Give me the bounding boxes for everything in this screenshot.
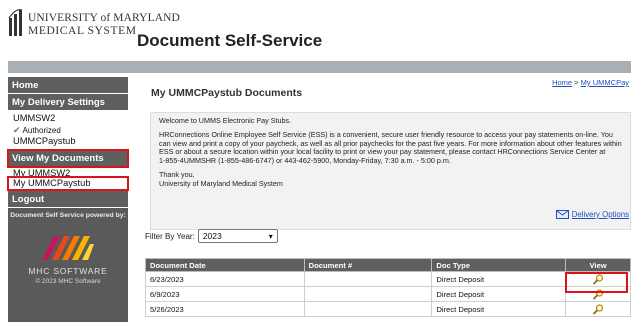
- doc-type-cell: Direct Deposit: [431, 301, 567, 317]
- mhc-logo-icon: [42, 236, 94, 260]
- envelope-icon: [555, 210, 569, 219]
- breadcrumb-separator: >: [572, 78, 581, 87]
- document-date-cell: 5/26/2023: [145, 301, 305, 317]
- highlight-my-paystub: [7, 176, 129, 191]
- sidebar-item-user[interactable]: UMMSW2: [8, 113, 128, 125]
- welcome-line: Welcome to UMMS Electronic Pay Stubs.: [159, 116, 292, 125]
- breadcrumb-current-link[interactable]: My UMMCPay: [581, 78, 629, 87]
- highlight-view-button: [565, 272, 628, 293]
- breadcrumb-home-link[interactable]: Home: [552, 78, 572, 87]
- delivery-options-link[interactable]: Delivery Options: [555, 210, 629, 219]
- info-paragraph: HRConnections Online Employee Self Servi…: [159, 129, 622, 157]
- table-row: 6/9/2023 Direct Deposit: [145, 286, 631, 302]
- table-header-row: Document Date Document # Doc Type View: [145, 258, 631, 272]
- year-filter: Filter By Year: 2023 ▾: [145, 229, 278, 243]
- sidebar-item-logout[interactable]: Logout: [8, 191, 128, 207]
- document-number-cell: [303, 301, 433, 317]
- signature-line: University of Maryland Medical System: [159, 178, 283, 188]
- authorized-label: Authorized: [22, 126, 61, 135]
- view-cell: [565, 301, 631, 317]
- doc-type-cell: Direct Deposit: [431, 271, 567, 287]
- year-select[interactable]: 2023 ▾: [197, 229, 278, 243]
- header-bar: [8, 61, 631, 73]
- delivery-settings-header: My Delivery Settings: [8, 94, 128, 110]
- powered-by-label: Document Self Service powered by:: [10, 212, 126, 219]
- filter-label: Filter By Year:: [145, 231, 195, 241]
- chevron-down-icon: ▾: [268, 231, 273, 241]
- sidebar: Home My Delivery Settings UMMSW2 ✔ Author…: [7, 77, 129, 322]
- vendor-panel: Document Self Service powered by: MHC SO…: [8, 208, 128, 322]
- table-row: 5/26/2023 Direct Deposit: [145, 301, 631, 317]
- year-select-value: 2023: [202, 231, 222, 241]
- contact-line: 1-855-4UMMSHR (1-855-486-6747) or 443-46…: [159, 156, 451, 166]
- table-row: 6/23/2023 Direct Deposit: [145, 271, 631, 287]
- column-header-document-date[interactable]: Document Date: [145, 258, 305, 272]
- org-name-line2: MEDICAL SYSTEM: [28, 25, 137, 37]
- breadcrumb: Home > My UMMCPay: [552, 78, 629, 87]
- column-header-document-number[interactable]: Document #: [303, 258, 433, 272]
- sidebar-item-home[interactable]: Home: [8, 77, 128, 93]
- column-header-doc-type[interactable]: Doc Type: [431, 258, 567, 272]
- page-title: My UMMCPaystub Documents: [151, 87, 303, 99]
- app-title: Document Self-Service: [137, 31, 323, 50]
- organization-logo: UNIVERSITY of MARYLAND MEDICAL SYSTEM: [8, 6, 180, 40]
- checkmark-icon: ✔: [13, 125, 21, 135]
- magnifier-icon[interactable]: [592, 303, 604, 315]
- document-number-cell: [303, 271, 433, 287]
- vendor-copyright: © 2023 MHC Software: [35, 278, 101, 285]
- doc-type-cell: Direct Deposit: [431, 286, 567, 302]
- sidebar-item-paystub-service[interactable]: UMMCPaystub: [8, 136, 128, 148]
- umms-logo-icon: [8, 9, 23, 36]
- org-name-line1: UNIVERSITY of MARYLAND: [28, 12, 180, 24]
- document-date-cell: 6/23/2023: [145, 271, 305, 287]
- delivery-options-label[interactable]: Delivery Options: [572, 210, 629, 219]
- vendor-name: MHC SOFTWARE: [28, 266, 108, 276]
- documents-table: Document Date Document # Doc Type View 6…: [145, 258, 631, 317]
- column-header-view: View: [565, 258, 631, 272]
- document-number-cell: [303, 286, 433, 302]
- highlight-view-documents: [7, 149, 129, 168]
- document-date-cell: 6/9/2023: [145, 286, 305, 302]
